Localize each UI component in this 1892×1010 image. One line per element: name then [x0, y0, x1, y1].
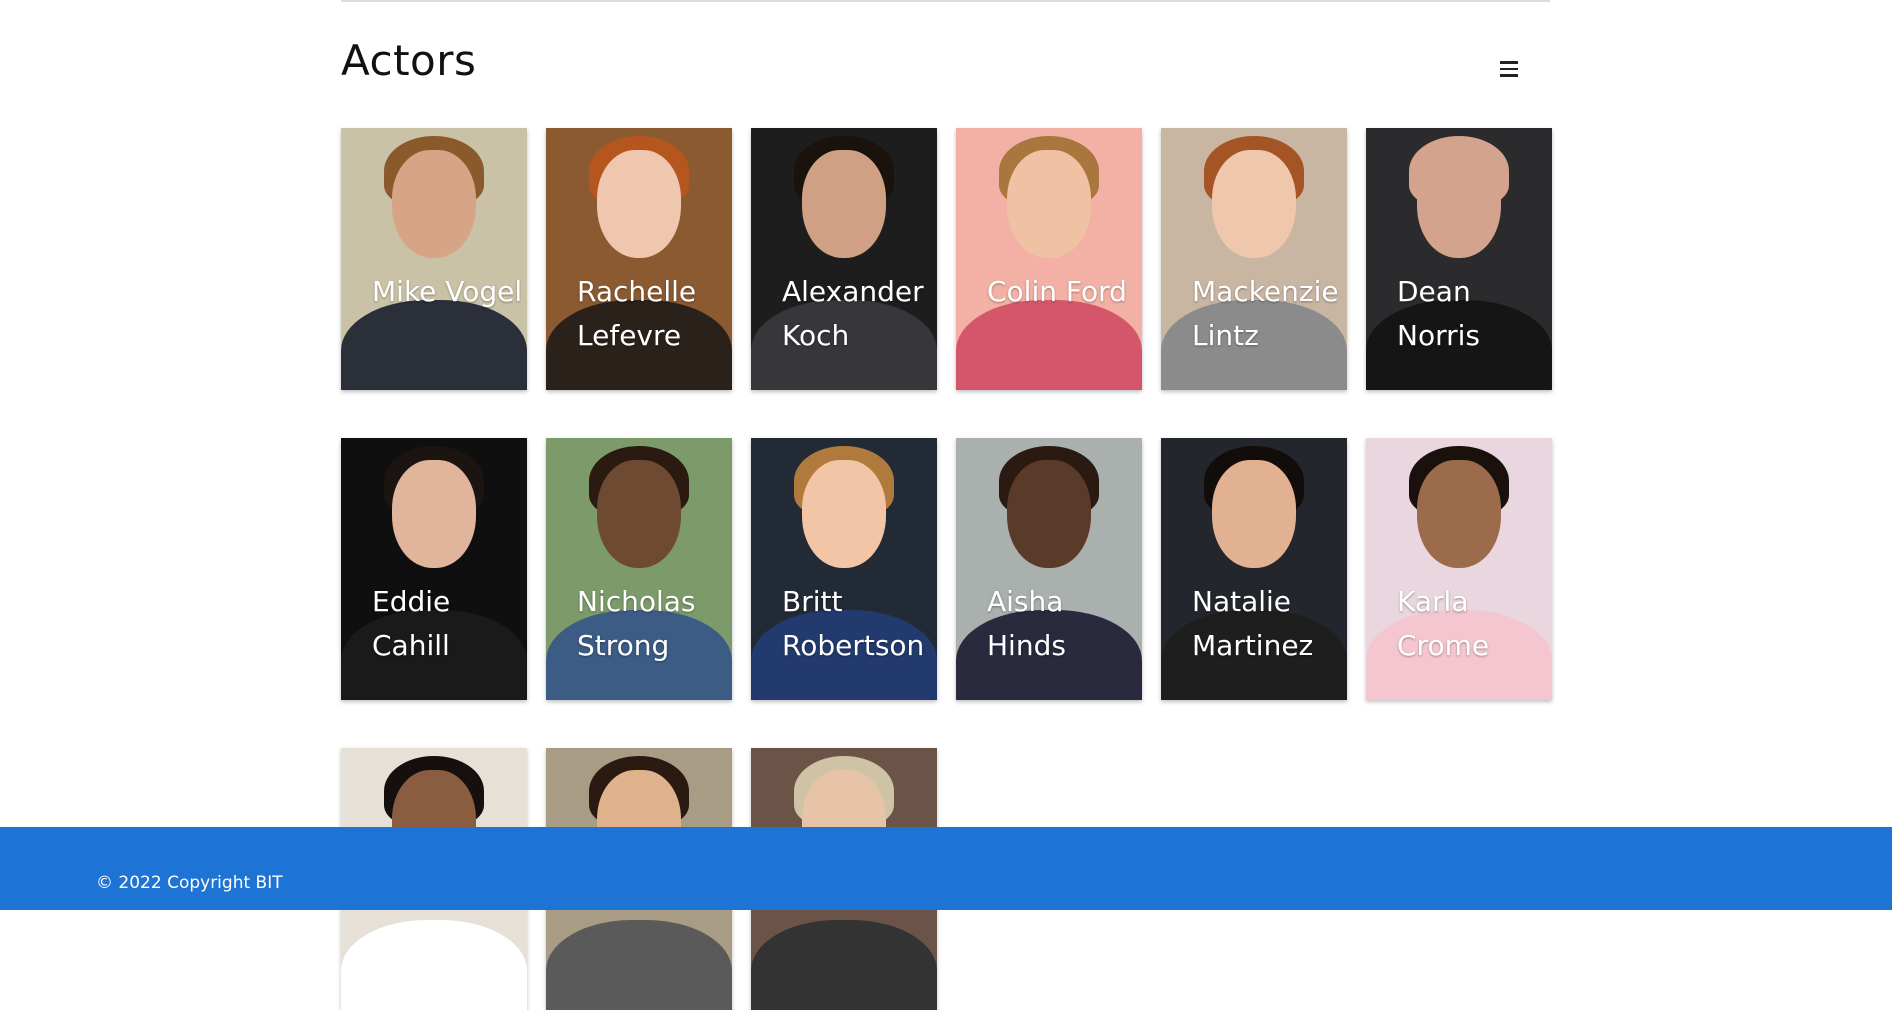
actor-photo-face	[1007, 150, 1091, 258]
actor-photo-face	[802, 150, 886, 258]
actor-photo-face	[1417, 460, 1501, 568]
footer: © 2022 Copyright BIT	[0, 827, 1892, 910]
actor-card[interactable]: Alexander Koch	[751, 128, 937, 390]
actor-photo-face	[597, 460, 681, 568]
actor-card[interactable]: Dean Norris	[1366, 128, 1552, 390]
actor-photo-face	[597, 150, 681, 258]
actor-photo	[956, 128, 1142, 390]
actor-card[interactable]: Aisha Hinds	[956, 438, 1142, 700]
actor-card[interactable]: Britt Robertson	[751, 438, 937, 700]
actor-card[interactable]: Nicholas Strong	[546, 438, 732, 700]
actor-photo-face	[1212, 460, 1296, 568]
page-title: Actors	[341, 36, 477, 85]
actor-photo-face	[802, 460, 886, 568]
actor-name: Colin Ford	[987, 275, 1127, 308]
actor-name: Eddie Cahill	[372, 585, 451, 662]
actor-name: Natalie Martinez	[1192, 585, 1314, 662]
actor-card[interactable]: Natalie Martinez	[1161, 438, 1347, 700]
footer-copyright: © 2022 Copyright BIT	[96, 873, 283, 893]
hamburger-menu-icon-bar-2	[1500, 67, 1518, 71]
actor-photo-shoulders	[546, 920, 732, 1010]
actor-photo-face	[1212, 150, 1296, 258]
actor-name: Mike Vogel	[372, 275, 523, 308]
actor-name: Alexander Koch	[782, 275, 924, 352]
actor-name: Rachelle Lefevre	[577, 275, 697, 352]
actor-name: Britt Robertson	[782, 585, 925, 662]
actor-photo-face	[1007, 460, 1091, 568]
actor-name: Mackenzie Lintz	[1192, 275, 1339, 352]
actor-photo-face	[392, 150, 476, 258]
hamburger-menu-button[interactable]	[1496, 54, 1522, 84]
actor-card[interactable]: Rachelle Lefevre	[546, 128, 732, 390]
actor-photo-face	[1417, 150, 1501, 258]
actor-card[interactable]: Mackenzie Lintz	[1161, 128, 1347, 390]
actor-card[interactable]: Eddie Cahill	[341, 438, 527, 700]
actor-photo-face	[392, 460, 476, 568]
hamburger-menu-icon-bar-3	[1500, 74, 1518, 77]
actor-name: Nicholas Strong	[577, 585, 696, 662]
actor-name: Aisha Hinds	[987, 585, 1066, 662]
actor-card[interactable]: Colin Ford	[956, 128, 1142, 390]
actor-photo	[341, 128, 527, 390]
actor-name: Karla Crome	[1397, 585, 1490, 662]
hamburger-menu-icon-bar-1	[1500, 61, 1518, 64]
top-divider	[341, 0, 1550, 2]
actor-name: Dean Norris	[1397, 275, 1480, 352]
actor-photo-shoulders	[751, 920, 937, 1010]
actor-card[interactable]: Mike Vogel	[341, 128, 527, 390]
actor-card[interactable]: Karla Crome	[1366, 438, 1552, 700]
actor-photo-shoulders	[341, 920, 527, 1010]
